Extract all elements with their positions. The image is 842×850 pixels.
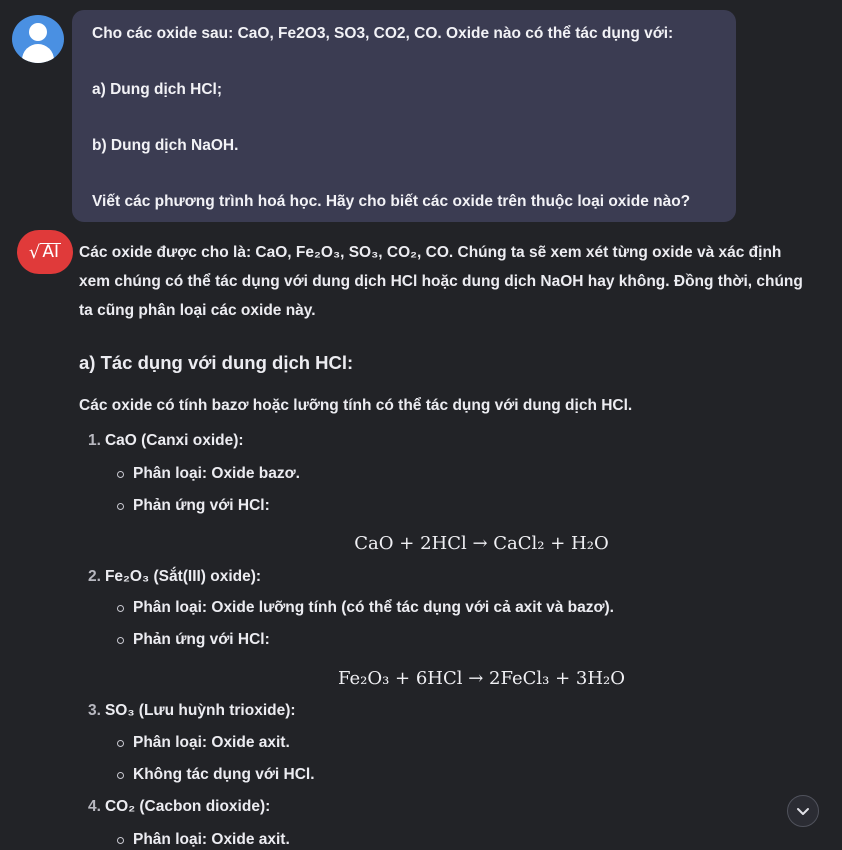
- item-name: Fe₂O₃ (Sắt(III) oxide):: [104, 568, 262, 585]
- class-label: Phân loại:: [133, 465, 208, 482]
- user-question: Cho các oxide sau: CaO, Fe2O3, SO3, CO2,…: [92, 25, 674, 42]
- item-number: 4.: [88, 798, 101, 815]
- reaction-label: Phản ứng với HCl:: [133, 497, 270, 514]
- user-icon-body: [22, 44, 54, 63]
- intro-line-3: ta cũng phân loại các oxide này.: [79, 302, 316, 319]
- class-label: Phân loại:: [133, 599, 208, 616]
- user-part-b: b) Dung dịch NaOH.: [92, 137, 239, 154]
- list-item: 3. SO₃ (Lưu huỳnh trioxide):: [88, 701, 296, 721]
- bullet-dot: [117, 837, 124, 844]
- item-number: 3.: [88, 702, 101, 719]
- assistant-avatar: √ AI: [17, 230, 73, 274]
- equation-fe2o3: Fe₂O₃ + 6HCl → 2FeCl₃ + 3H₂O: [337, 668, 626, 689]
- sqrt-icon: √: [28, 241, 41, 263]
- bullet-reaction: Phản ứng với HCl:: [117, 496, 270, 516]
- chevron-down-icon: [797, 808, 809, 815]
- bullet-dot: [117, 503, 124, 510]
- assistant-avatar-label: AI: [40, 242, 62, 262]
- list-item: 2. Fe₂O₃ (Sắt(III) oxide):: [88, 567, 261, 587]
- intro-line-2: xem chúng có thể tác dụng với dung dịch …: [79, 273, 803, 290]
- user-part-a: a) Dung dịch HCl;: [92, 81, 223, 98]
- class-value: Oxide lưỡng tính (có thể tác dụng với cả…: [207, 599, 614, 616]
- list-item: 1. CaO (Canxi oxide):: [88, 431, 244, 451]
- scroll-down-button[interactable]: [787, 795, 819, 827]
- class-label: Phân loại:: [133, 734, 208, 751]
- user-instruction: Viết các phương trình hoá học. Hãy cho b…: [92, 193, 691, 210]
- class-label: Phân loại:: [133, 831, 208, 848]
- assistant-message: Các oxide được cho là: CaO, Fe₂O₃, SO₃, …: [79, 238, 834, 848]
- bullet-note: Không tác dụng với HCl.: [117, 765, 315, 785]
- section-a-heading: a) Tác dụng với dung dịch HCl:: [79, 352, 354, 373]
- list-item: 4. CO₂ (Cacbon dioxide):: [88, 797, 270, 817]
- section-a-lead: Các oxide có tính bazơ hoặc lưỡng tính c…: [79, 397, 633, 414]
- item-name: SO₃ (Lưu huỳnh trioxide):: [104, 702, 296, 719]
- bullet-dot: [117, 605, 124, 612]
- user-message-bubble: Cho các oxide sau: CaO, Fe2O3, SO3, CO2,…: [72, 10, 736, 222]
- user-avatar: [12, 15, 64, 63]
- bullet-classification: Phân loại: Oxide lưỡng tính (có thể tác …: [117, 598, 614, 618]
- bullet-dot: [117, 637, 124, 644]
- user-icon-head: [29, 23, 47, 41]
- bullet-dot: [117, 740, 124, 747]
- class-value: Oxide axit.: [207, 831, 290, 848]
- reaction-label: Phản ứng với HCl:: [133, 631, 270, 648]
- bullet-reaction: Phản ứng với HCl:: [117, 630, 270, 650]
- class-value: Oxide axit.: [207, 734, 290, 751]
- bullet-dot: [117, 772, 124, 779]
- item-name: CaO (Canxi oxide):: [104, 432, 244, 449]
- item-name: CO₂ (Cacbon dioxide):: [104, 798, 271, 815]
- item-number: 1.: [88, 432, 101, 449]
- intro-line-1: Các oxide được cho là: CaO, Fe₂O₃, SO₃, …: [79, 244, 782, 261]
- bullet-classification: Phân loại: Oxide axit.: [117, 733, 290, 753]
- equation-cao: CaO + 2HCl → CaCl₂ + H₂O: [354, 533, 609, 554]
- bullet-dot: [117, 471, 124, 478]
- bullet-classification: Phân loại: Oxide axit.: [117, 830, 290, 850]
- class-value: Oxide bazơ.: [207, 465, 300, 482]
- bullet-classification: Phân loại: Oxide bazơ.: [117, 464, 300, 484]
- item-number: 2.: [88, 568, 101, 585]
- note-text: Không tác dụng với HCl.: [133, 766, 315, 783]
